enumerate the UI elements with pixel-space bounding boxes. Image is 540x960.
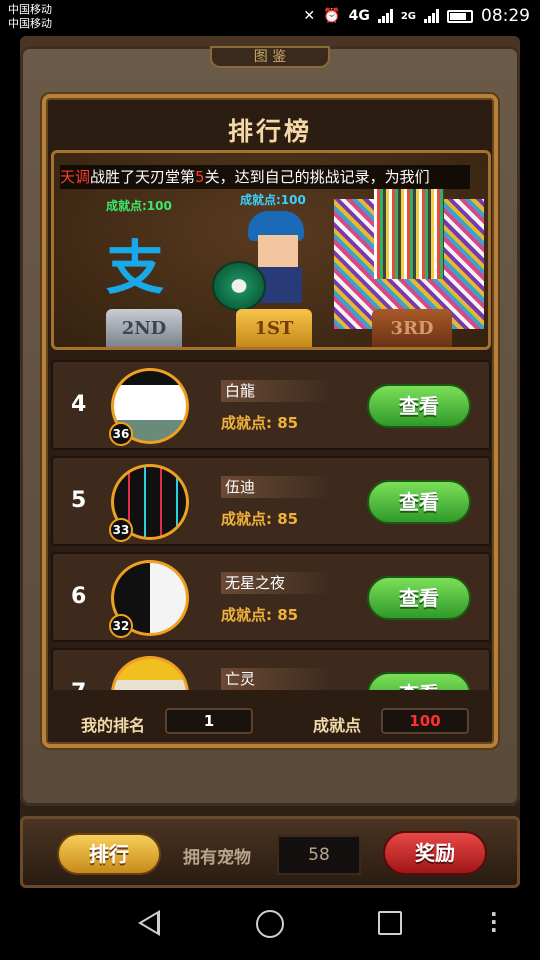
player-name: 伍迪 — [221, 476, 333, 498]
rank-number: 4 — [71, 392, 87, 417]
player-name: 亡灵 — [221, 668, 333, 690]
shield-icon — [212, 261, 266, 311]
my-rank-label: 我的排名 — [81, 716, 146, 735]
status-icons: ✕ ⏰ 4G 2G 08:29 — [303, 6, 530, 26]
clock: 08:29 — [481, 6, 530, 26]
view-button[interactable]: 查看 — [367, 480, 471, 524]
network-4g-label: 4G — [348, 8, 370, 24]
panel-title: 排行榜 — [227, 117, 312, 146]
my-points-value: 100 — [381, 708, 469, 734]
player-score: 成就点: 85 — [221, 510, 299, 528]
bottom-bar: 排行 拥有宠物 58 奖励 — [20, 816, 520, 888]
my-rank-bar: 我的排名 1 成就点 100 — [51, 702, 491, 742]
signal-2-icon — [424, 9, 439, 23]
carrier-2: 中国移动 — [8, 17, 52, 30]
more-options-icon[interactable]: · · · — [490, 904, 498, 940]
podium-area: 支 成就点:100 成就点:100 2ND 1ST 3RD 天调战胜了天刃堂第5… — [51, 150, 491, 350]
view-button[interactable]: 查看 — [367, 672, 471, 690]
first-place-base: 1ST — [236, 309, 312, 347]
battery-icon — [447, 9, 473, 23]
second-place-avatar[interactable]: 支 — [106, 221, 164, 305]
ticker-text-b: 关，达到自己的挑战记录，为我们 — [204, 168, 430, 186]
first-place-points: 成就点:100 — [240, 193, 306, 207]
ticker-player-name: 天调 — [60, 168, 91, 186]
list-item: 5 33 伍迪 成就点: 85 查看 — [51, 456, 491, 546]
book-tab-label[interactable]: 图 鉴 — [210, 46, 330, 68]
vibrate-icon: ✕ — [303, 8, 316, 24]
list-item: 4 36 白龍 成就点: 85 查看 — [51, 360, 491, 450]
pets-count: 58 — [277, 835, 361, 875]
status-bar: 中国移动 中国移动 ✕ ⏰ 4G 2G 08:29 — [0, 0, 540, 36]
carrier-1: 中国移动 — [8, 3, 52, 16]
view-button[interactable]: 查看 — [367, 576, 471, 620]
navigation-bar: · · · — [0, 888, 540, 960]
player-name: 白龍 — [221, 380, 333, 402]
rank-number: 6 — [71, 584, 87, 609]
network-2g-label: 2G — [400, 10, 416, 22]
player-score: 成就点: 85 — [221, 414, 299, 432]
rank-button[interactable]: 排行 — [57, 833, 161, 875]
second-place-points: 成就点:100 — [106, 199, 172, 213]
leaderboard-panel: 排行榜 支 成就点:100 成就点:100 2ND 1ST 3RD 天调战胜了天… — [42, 94, 498, 748]
rank-number: 7 — [71, 680, 86, 690]
player-name: 无星之夜 — [221, 572, 333, 594]
signal-icon — [377, 9, 393, 23]
carrier-info: 中国移动 中国移动 — [8, 3, 52, 31]
reward-button[interactable]: 奖励 — [383, 831, 487, 875]
ticker-text-a: 战胜了天刃堂第 — [90, 168, 196, 186]
game-screen: 图 鉴 排行榜 支 成就点:100 成就点:100 2ND 1ST 3RD 天调… — [20, 36, 520, 888]
ticker-level: 5 — [195, 168, 205, 186]
home-icon[interactable] — [256, 910, 284, 938]
my-rank-value: 1 — [165, 708, 253, 734]
player-score: 成就点: 85 — [221, 606, 299, 624]
rank-number: 5 — [71, 488, 87, 513]
level-badge: 32 — [109, 614, 133, 638]
news-ticker: 天调战胜了天刃堂第5关，达到自己的挑战记录，为我们 — [60, 165, 470, 189]
pets-label: 拥有宠物 — [183, 848, 251, 868]
list-item: 6 32 无星之夜 成就点: 85 查看 — [51, 552, 491, 642]
ranking-list[interactable]: 4 36 白龍 成就点: 85 查看 5 33 伍迪 成就点: 85 查看 6 … — [51, 360, 491, 690]
recent-apps-icon[interactable] — [378, 911, 402, 935]
list-item: 7 亡灵 查看 — [51, 648, 491, 690]
alarm-icon: ⏰ — [323, 8, 341, 24]
third-place-avatar-top — [374, 189, 444, 279]
view-button[interactable]: 查看 — [367, 384, 471, 428]
my-points-label: 成就点 — [313, 716, 362, 735]
back-icon[interactable] — [138, 910, 160, 936]
third-place-base: 3RD — [372, 309, 452, 347]
level-badge: 36 — [109, 422, 133, 446]
second-place-base: 2ND — [106, 309, 182, 347]
level-badge: 33 — [109, 518, 133, 542]
player-avatar[interactable] — [111, 656, 189, 690]
